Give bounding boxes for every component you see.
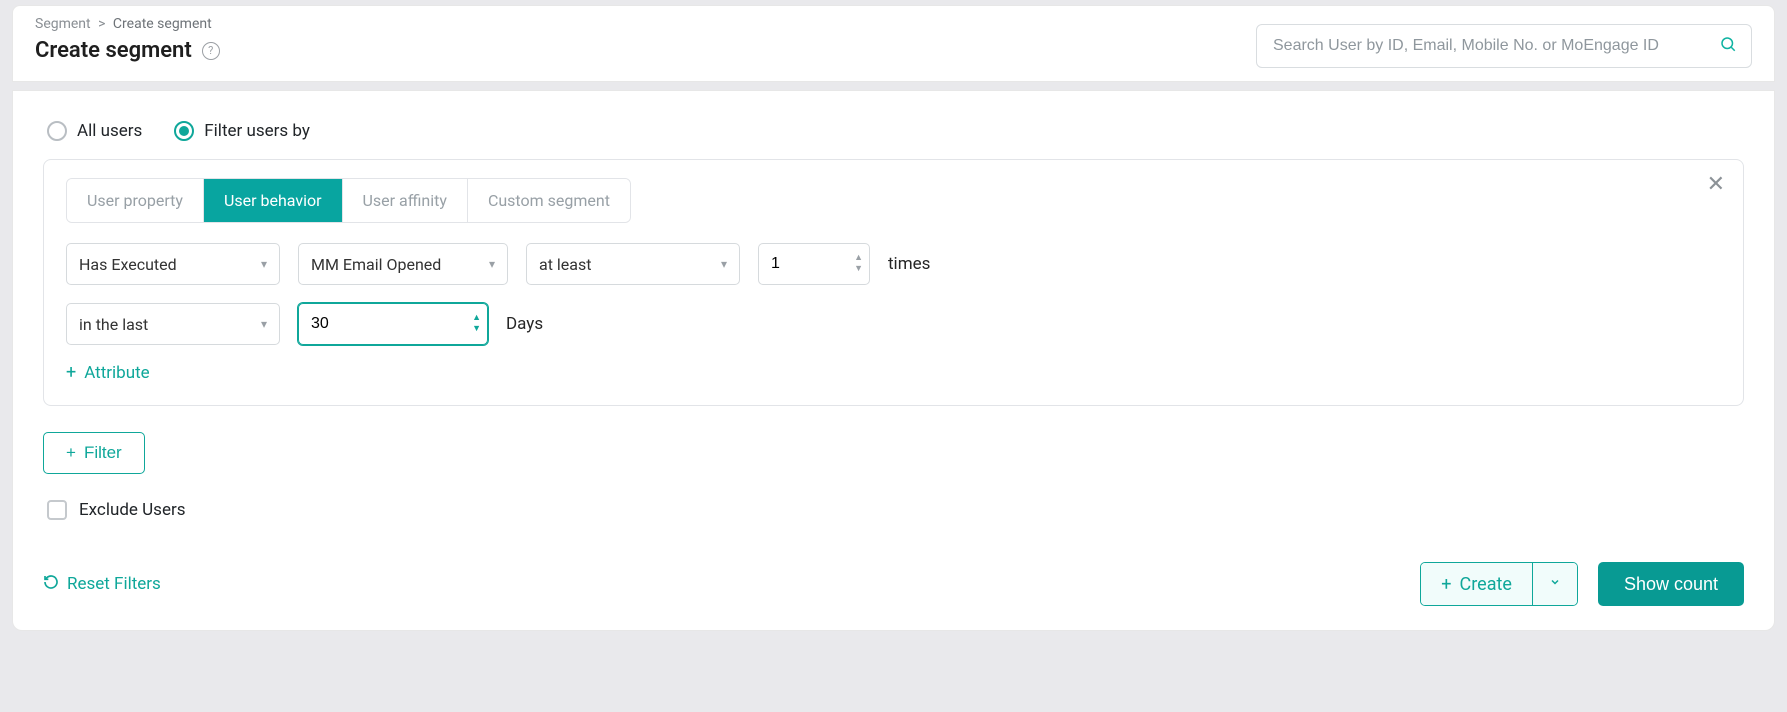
create-button[interactable]: + Create: [1421, 563, 1533, 605]
chevron-down-icon: ▾: [261, 317, 267, 331]
count-input[interactable]: ▲▼: [758, 243, 870, 285]
count-field[interactable]: [759, 244, 869, 284]
breadcrumb-separator: >: [98, 16, 105, 32]
plus-icon: +: [66, 364, 76, 382]
exclude-users-row: Exclude Users: [43, 500, 1744, 520]
time-range-unit-label: Days: [506, 314, 543, 334]
filter-type-tabs: User property User behavior User affinit…: [66, 178, 631, 223]
help-icon[interactable]: ?: [202, 42, 220, 60]
add-attribute-link[interactable]: + Attribute: [66, 363, 150, 383]
filter-block: ✕ User property User behavior User affin…: [43, 159, 1744, 406]
audience-scope-radio-group: All users Filter users by: [43, 121, 1744, 141]
search-box[interactable]: [1256, 24, 1752, 68]
radio-label: Filter users by: [204, 121, 310, 141]
breadcrumb-current: Create segment: [113, 16, 212, 32]
radio-icon: [174, 121, 194, 141]
select-value: in the last: [79, 315, 148, 334]
select-value: MM Email Opened: [311, 255, 441, 274]
close-icon[interactable]: ✕: [1707, 174, 1725, 196]
exclude-users-checkbox[interactable]: [47, 500, 67, 520]
show-count-button[interactable]: Show count: [1598, 562, 1744, 606]
tab-user-behavior[interactable]: User behavior: [204, 179, 343, 222]
radio-filter-users-by[interactable]: Filter users by: [174, 121, 310, 141]
behavior-condition-row-2: in the last ▾ ▲▼ Days: [66, 303, 1721, 345]
reset-filters-label: Reset Filters: [67, 574, 161, 594]
behavior-condition-row-1: Has Executed ▾ MM Email Opened ▾ at leas…: [66, 243, 1721, 285]
chevron-down-icon[interactable]: ▼: [472, 325, 481, 334]
chevron-down-icon: ▾: [721, 257, 727, 271]
time-range-value-input[interactable]: ▲▼: [298, 303, 488, 345]
tab-user-property[interactable]: User property: [67, 179, 204, 222]
chevron-down-icon: [1549, 576, 1561, 592]
exclude-users-label: Exclude Users: [79, 500, 186, 520]
page-header: Segment > Create segment Create segment …: [12, 5, 1775, 82]
tab-user-affinity[interactable]: User affinity: [343, 179, 468, 222]
add-attribute-label: Attribute: [84, 363, 149, 383]
page-title: Create segment: [35, 38, 192, 63]
add-filter-label: Filter: [84, 443, 122, 463]
radio-all-users[interactable]: All users: [47, 121, 142, 141]
chevron-up-icon[interactable]: ▲: [854, 254, 863, 263]
comparator-select[interactable]: at least ▾: [526, 243, 740, 285]
search-icon[interactable]: [1719, 35, 1737, 58]
radio-icon: [47, 121, 67, 141]
select-value: at least: [539, 255, 591, 274]
select-value: Has Executed: [79, 255, 177, 274]
chevron-up-icon[interactable]: ▲: [472, 314, 481, 323]
segment-builder-card: All users Filter users by ✕ User propert…: [12, 90, 1775, 631]
plus-icon: +: [66, 443, 76, 463]
event-select[interactable]: MM Email Opened ▾: [298, 243, 508, 285]
radio-label: All users: [77, 121, 142, 141]
time-range-select[interactable]: in the last ▾: [66, 303, 280, 345]
chevron-down-icon[interactable]: ▼: [854, 265, 863, 274]
create-dropdown-caret[interactable]: [1533, 563, 1577, 605]
count-suffix-label: times: [888, 254, 930, 274]
plus-icon: +: [1441, 574, 1451, 595]
create-button-group: + Create: [1420, 562, 1578, 606]
reset-filters-link[interactable]: Reset Filters: [43, 574, 161, 595]
breadcrumb-root[interactable]: Segment: [35, 16, 91, 32]
search-input[interactable]: [1271, 36, 1719, 56]
execution-select[interactable]: Has Executed ▾: [66, 243, 280, 285]
refresh-icon: [43, 574, 59, 595]
add-filter-button[interactable]: + Filter: [43, 432, 145, 474]
builder-footer: Reset Filters + Create Show count: [43, 562, 1744, 606]
chevron-down-icon: ▾: [261, 257, 267, 271]
create-label: Create: [1460, 574, 1512, 595]
number-spinner[interactable]: ▲▼: [472, 304, 481, 344]
chevron-down-icon: ▾: [489, 257, 495, 271]
tab-custom-segment[interactable]: Custom segment: [468, 179, 630, 222]
number-spinner[interactable]: ▲▼: [854, 244, 863, 284]
time-range-field[interactable]: [299, 304, 487, 344]
